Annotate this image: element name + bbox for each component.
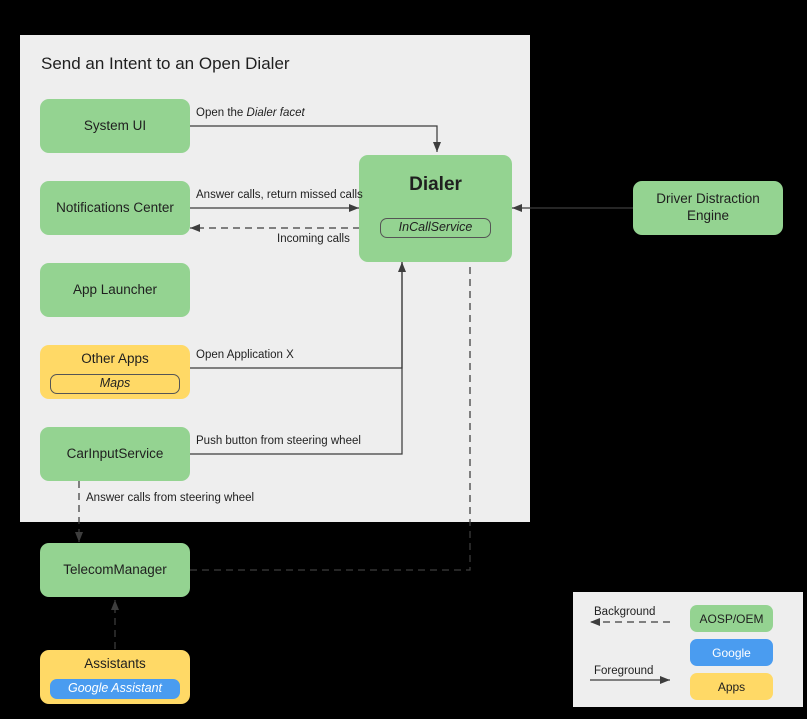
node-other-apps[interactable]: Other Apps Maps bbox=[40, 345, 190, 399]
edge-label-push-button-steering: Push button from steering wheel bbox=[196, 435, 361, 447]
legend-foreground-label: Foreground bbox=[594, 665, 654, 677]
legend-key-google-label: Google bbox=[712, 645, 751, 660]
node-driver-distraction-engine[interactable]: Driver Distraction Engine bbox=[633, 181, 783, 235]
chip-maps[interactable]: Maps bbox=[50, 374, 180, 394]
legend-key-apps[interactable]: Apps bbox=[690, 673, 773, 700]
legend-background-label: Background bbox=[594, 606, 656, 618]
node-telecom-manager-label: TelecomManager bbox=[63, 561, 167, 577]
node-notifications-center[interactable]: Notifications Center bbox=[40, 181, 190, 235]
node-assistants-label: Assistants bbox=[84, 656, 146, 671]
node-dialer[interactable]: Dialer InCallService bbox=[359, 155, 512, 262]
chip-maps-label: Maps bbox=[99, 376, 131, 391]
diagram-canvas: Send an Intent to an Open Dialer System … bbox=[0, 0, 807, 719]
node-dialer-label: Dialer bbox=[409, 174, 462, 195]
legend-key-apps-label: Apps bbox=[717, 679, 746, 694]
chip-google-assistant[interactable]: Google Assistant bbox=[50, 679, 180, 699]
node-app-launcher-label: App Launcher bbox=[72, 281, 158, 297]
chip-incallservice-label: InCallService bbox=[398, 220, 473, 235]
edge-label-answer-calls-steering: Answer calls from steering wheel bbox=[86, 492, 255, 504]
node-driver-distraction-engine-label: Driver Distraction Engine bbox=[656, 191, 760, 223]
node-assistants[interactable]: Assistants Google Assistant bbox=[40, 650, 190, 704]
node-notifications-center-label: Notifications Center bbox=[56, 199, 174, 215]
edge-label-incoming-calls: Incoming calls bbox=[277, 233, 350, 245]
edge-label-open-dialer-facet-plain: Open the bbox=[196, 107, 247, 119]
edge-label-open-dialer-facet: Open the Dialer facet bbox=[196, 107, 305, 119]
node-app-launcher[interactable]: App Launcher bbox=[40, 263, 190, 317]
node-system-ui-label: System UI bbox=[83, 117, 147, 133]
node-telecom-manager[interactable]: TelecomManager bbox=[40, 543, 190, 597]
edge-label-open-application-x: Open Application X bbox=[196, 349, 294, 361]
page-title: Send an Intent to an Open Dialer bbox=[41, 54, 290, 73]
legend-key-aosp-oem[interactable]: AOSP/OEM bbox=[690, 605, 773, 632]
legend-key-google[interactable]: Google bbox=[690, 639, 773, 666]
node-car-input-service-label: CarInputService bbox=[66, 445, 164, 461]
legend-key-aosp-oem-label: AOSP/OEM bbox=[699, 611, 764, 626]
edge-label-open-dialer-facet-italic: Dialer facet bbox=[246, 107, 305, 119]
node-car-input-service[interactable]: CarInputService bbox=[40, 427, 190, 481]
node-system-ui[interactable]: System UI bbox=[40, 99, 190, 153]
chip-incallservice[interactable]: InCallService bbox=[380, 218, 491, 238]
chip-google-assistant-label: Google Assistant bbox=[67, 681, 163, 696]
edge-label-answer-return-calls: Answer calls, return missed calls bbox=[196, 189, 363, 201]
node-other-apps-label: Other Apps bbox=[81, 351, 149, 366]
